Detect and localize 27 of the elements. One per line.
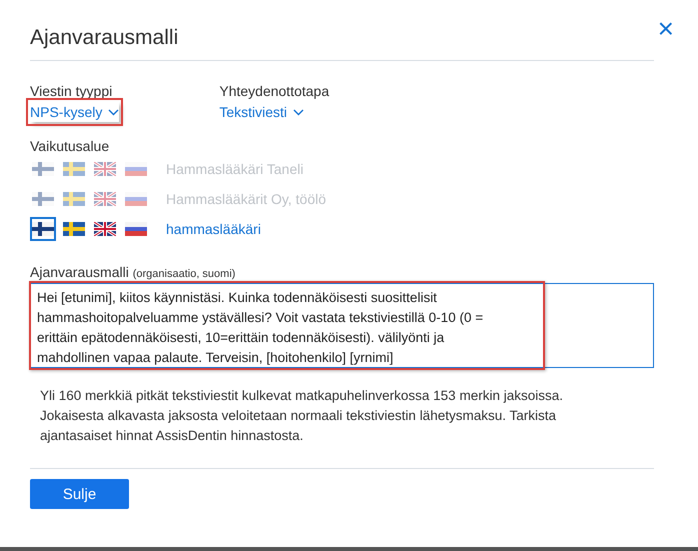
info-text: Yli 160 merkkiä pitkät tekstiviestit kulkevat matkapuhelinverkossa 153 merkin jaksoissa. Jokaisesta alkavasta jaksosta veloitetaan normaali tekstiviestin lähetysmaksu. Tarkista ajantasaiset hinnat AssisDentin hinnastosta. bbox=[40, 387, 564, 445]
close-dialog-button[interactable]: Sulje bbox=[30, 479, 129, 509]
se-flag-icon bbox=[63, 162, 85, 176]
fi-flag-icon bbox=[32, 162, 54, 176]
flag-toggle[interactable] bbox=[30, 217, 56, 241]
chevron-down-icon bbox=[293, 108, 304, 116]
contact-method-dropdown[interactable]: Tekstiviesti bbox=[219, 102, 304, 122]
field-label: Ajanvarausmalli (organisaatio, suomi) bbox=[30, 264, 236, 280]
chevron-down-icon bbox=[108, 108, 120, 116]
template-field[interactable]: Hei [etunimi], kiitos käynnistäsi. Kuinka todennäköisesti suosittelisit hammashoitopalveluamme ystävällesi? Voit vastata tekstiviestillä 0-10 (0 = erittäin epätodennäköisesti, 10=erittäin todennäköisesti). välilyönti ja mahdollinen vapaa palaute. Terveisin, [hoitohenkilo] [yrnimi] bbox=[30, 283, 654, 368]
gb-flag-icon bbox=[94, 222, 116, 236]
ru-flag-icon bbox=[125, 222, 147, 236]
gb-flag-icon bbox=[94, 162, 116, 176]
dialog-title: Ajanvarausmalli bbox=[30, 26, 178, 50]
gb-flag-icon bbox=[94, 192, 116, 206]
fi-flag-icon bbox=[32, 222, 54, 236]
fi-flag-icon bbox=[32, 192, 54, 206]
se-flag-icon bbox=[63, 222, 85, 236]
se-flag-icon bbox=[63, 192, 85, 206]
close-button[interactable]: × bbox=[654, 15, 678, 43]
clinic-name: Hammaslääkäri Taneli bbox=[166, 161, 304, 177]
field-label: Viestin tyyppi bbox=[30, 83, 114, 99]
field-label: Yhteydenottotapa bbox=[219, 83, 330, 99]
section-label: Vaikutusalue bbox=[30, 138, 110, 154]
clinic-name: hammaslääkäri bbox=[166, 221, 261, 237]
clinic-name: Hammaslääkärit Oy, töölö bbox=[166, 191, 326, 207]
message-type-dropdown[interactable]: NPS-kysely bbox=[30, 102, 120, 122]
